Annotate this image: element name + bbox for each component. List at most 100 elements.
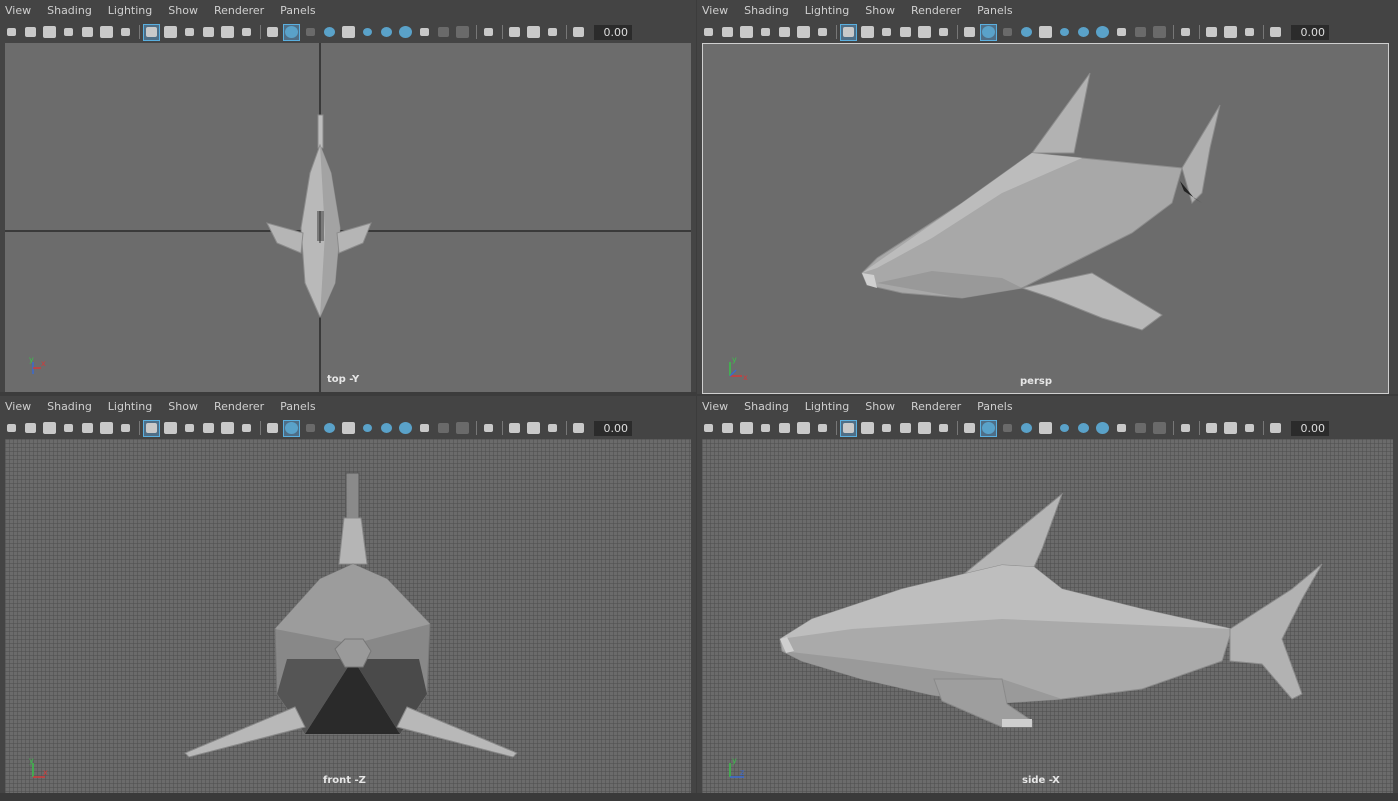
resolution-gate-icon[interactable]	[879, 25, 894, 40]
menu-renderer[interactable]: Renderer	[903, 396, 969, 418]
use-all-lights-icon[interactable]	[1057, 421, 1072, 436]
backface-icon[interactable]	[1242, 25, 1257, 40]
exposure-icon[interactable]	[571, 25, 586, 40]
bookmark-icon[interactable]	[758, 25, 773, 40]
menu-view[interactable]: View	[0, 396, 39, 418]
menu-panels[interactable]: Panels	[272, 396, 323, 418]
exposure-field[interactable]: 0.00	[594, 420, 632, 436]
bookmark-icon[interactable]	[61, 421, 76, 436]
menu-shading[interactable]: Shading	[39, 0, 100, 22]
anti-alias-icon[interactable]	[1133, 25, 1148, 40]
viewport-front[interactable]: y x front -Z	[5, 439, 691, 793]
xray-joints-icon[interactable]	[1223, 25, 1238, 40]
camera-attr-icon[interactable]	[720, 421, 735, 436]
exposure-field[interactable]: 0.00	[1291, 24, 1329, 40]
xray-icon[interactable]	[1204, 25, 1219, 40]
menu-lighting[interactable]: Lighting	[797, 0, 857, 22]
shadows-icon[interactable]	[1076, 421, 1091, 436]
pan-zoom-icon[interactable]	[796, 421, 811, 436]
gate-mask-icon[interactable]	[898, 421, 913, 436]
menu-panels[interactable]: Panels	[969, 396, 1020, 418]
pan-zoom-icon[interactable]	[99, 25, 114, 40]
default-material-icon[interactable]	[303, 421, 318, 436]
camera-icon[interactable]	[701, 421, 716, 436]
camera-attr-icon[interactable]	[23, 25, 38, 40]
gate-mask-icon[interactable]	[201, 421, 216, 436]
menu-renderer[interactable]: Renderer	[206, 396, 272, 418]
menu-show[interactable]: Show	[857, 396, 903, 418]
pan-zoom-icon[interactable]	[99, 421, 114, 436]
backface-icon[interactable]	[545, 25, 560, 40]
shark-mesh-top[interactable]	[266, 114, 372, 319]
menu-renderer[interactable]: Renderer	[903, 0, 969, 22]
shadows-icon[interactable]	[379, 25, 394, 40]
menu-view[interactable]: View	[697, 396, 736, 418]
textured-icon[interactable]	[341, 421, 356, 436]
field-chart-icon[interactable]	[220, 421, 235, 436]
smooth-shade-icon[interactable]	[283, 23, 300, 41]
time-ruler[interactable]	[0, 793, 1398, 801]
pan-zoom-icon[interactable]	[796, 25, 811, 40]
menu-view[interactable]: View	[697, 0, 736, 22]
default-material-icon[interactable]	[1000, 421, 1015, 436]
screen-space-ao-icon[interactable]	[1095, 25, 1110, 40]
grid-icon[interactable]	[143, 23, 160, 41]
grease-pencil-icon[interactable]	[80, 421, 95, 436]
menu-view[interactable]: View	[0, 0, 39, 22]
bookmark-camera-icon[interactable]	[739, 25, 754, 40]
shadows-icon[interactable]	[1076, 25, 1091, 40]
depth-of-field-icon[interactable]	[455, 421, 470, 436]
use-all-lights-icon[interactable]	[1057, 25, 1072, 40]
use-all-lights-icon[interactable]	[360, 421, 375, 436]
wireframe-on-shaded-icon[interactable]	[1019, 25, 1034, 40]
gate-mask-icon[interactable]	[898, 25, 913, 40]
safe-title-icon[interactable]	[239, 421, 254, 436]
exposure-icon[interactable]	[1268, 421, 1283, 436]
isolate-select-icon[interactable]	[1178, 421, 1193, 436]
textured-icon[interactable]	[1038, 25, 1053, 40]
menu-renderer[interactable]: Renderer	[206, 0, 272, 22]
bookmark-icon[interactable]	[758, 421, 773, 436]
camera-icon[interactable]	[4, 25, 19, 40]
menu-show[interactable]: Show	[160, 396, 206, 418]
menu-lighting[interactable]: Lighting	[797, 396, 857, 418]
screen-space-ao-icon[interactable]	[398, 25, 413, 40]
wireframe-on-shaded-icon[interactable]	[1019, 421, 1034, 436]
grid-icon[interactable]	[840, 419, 857, 437]
screen-space-ao-icon[interactable]	[398, 421, 413, 436]
anti-alias-icon[interactable]	[1133, 421, 1148, 436]
grease-pencil-icon[interactable]	[777, 25, 792, 40]
viewport-persp[interactable]: y x persp	[702, 43, 1389, 394]
menu-lighting[interactable]: Lighting	[100, 0, 160, 22]
resolution-gate-icon[interactable]	[182, 25, 197, 40]
smooth-shade-icon[interactable]	[283, 419, 300, 437]
default-material-icon[interactable]	[303, 25, 318, 40]
motion-blur-icon[interactable]	[417, 421, 432, 436]
bookmark-camera-icon[interactable]	[739, 421, 754, 436]
gate-mask-icon[interactable]	[201, 25, 216, 40]
exposure-icon[interactable]	[571, 421, 586, 436]
smooth-shade-icon[interactable]	[980, 23, 997, 41]
wireframe-icon[interactable]	[962, 25, 977, 40]
wireframe-icon[interactable]	[962, 421, 977, 436]
film-gate-icon[interactable]	[860, 421, 875, 436]
xray-icon[interactable]	[507, 421, 522, 436]
textured-icon[interactable]	[341, 25, 356, 40]
safe-title-icon[interactable]	[936, 421, 951, 436]
isolate-select-icon[interactable]	[481, 421, 496, 436]
anti-alias-icon[interactable]	[436, 421, 451, 436]
film-gate-icon[interactable]	[163, 421, 178, 436]
menu-show[interactable]: Show	[857, 0, 903, 22]
backface-icon[interactable]	[545, 421, 560, 436]
menu-shading[interactable]: Shading	[736, 0, 797, 22]
wireframe-icon[interactable]	[265, 25, 280, 40]
xray-icon[interactable]	[507, 25, 522, 40]
safe-title-icon[interactable]	[936, 25, 951, 40]
textured-icon[interactable]	[1038, 421, 1053, 436]
field-chart-icon[interactable]	[917, 421, 932, 436]
grease-pencil-icon[interactable]	[80, 25, 95, 40]
depth-of-field-icon[interactable]	[1152, 421, 1167, 436]
wireframe-on-shaded-icon[interactable]	[322, 421, 337, 436]
motion-blur-icon[interactable]	[1114, 25, 1129, 40]
anti-alias-icon[interactable]	[436, 25, 451, 40]
